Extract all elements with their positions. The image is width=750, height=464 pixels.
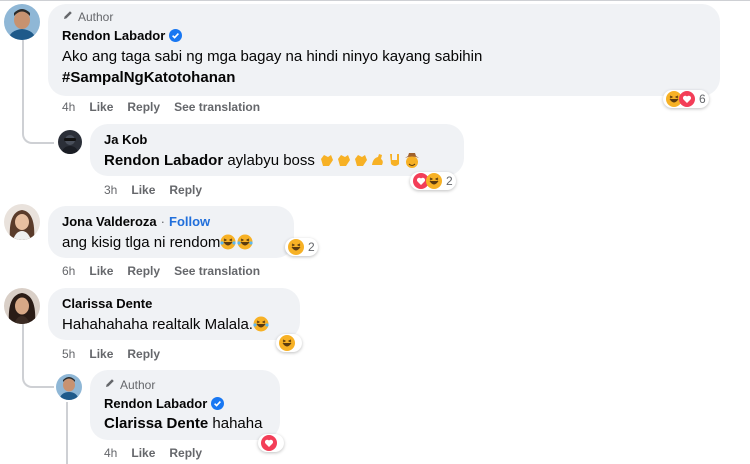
commenter-name-text[interactable]: Rendon Labador bbox=[104, 396, 207, 411]
rock-hand-emoji-icon bbox=[387, 152, 404, 169]
reply-button[interactable]: Reply bbox=[127, 347, 160, 361]
avatar[interactable] bbox=[4, 204, 40, 240]
commenter-name-text[interactable]: Clarissa Dente bbox=[62, 296, 152, 311]
love-reaction-icon bbox=[261, 435, 277, 451]
verified-badge-icon bbox=[169, 29, 183, 42]
reply-button[interactable]: Reply bbox=[127, 264, 160, 278]
timestamp[interactable]: 3h bbox=[104, 183, 117, 197]
timestamp[interactable]: 4h bbox=[62, 100, 75, 114]
verified-badge-icon bbox=[211, 397, 225, 410]
comment-text: Hahahahaha realtalk Malala. bbox=[62, 315, 270, 335]
like-button[interactable]: Like bbox=[89, 100, 113, 114]
commenter-name[interactable]: Rendon Labador bbox=[62, 28, 183, 43]
muscle-emoji-icon bbox=[370, 152, 387, 169]
hashtag[interactable]: #SampalNgKatotohanan bbox=[62, 68, 235, 88]
avatar[interactable] bbox=[58, 130, 82, 154]
top-divider bbox=[0, 0, 750, 1]
author-badge: Author bbox=[104, 377, 155, 392]
mention-link[interactable]: Clarissa Dente bbox=[104, 415, 208, 432]
haha-reaction-icon bbox=[288, 239, 304, 255]
pencil-icon bbox=[104, 377, 116, 392]
comment-text: Rendon Labador aylabyu boss bbox=[104, 151, 421, 171]
timestamp[interactable]: 6h bbox=[62, 264, 75, 278]
thread-elbow bbox=[22, 128, 54, 144]
laugh-tears-emoji-icon bbox=[220, 234, 237, 251]
laugh-tears-emoji-icon bbox=[253, 316, 270, 333]
thread-line bbox=[66, 402, 68, 464]
reply-button[interactable]: Reply bbox=[127, 100, 160, 114]
author-badge-label: Author bbox=[120, 377, 156, 392]
avatar[interactable] bbox=[4, 288, 40, 324]
clap-emoji-icon bbox=[319, 152, 336, 169]
clap-emoji-icon bbox=[353, 152, 370, 169]
comment-body: Hahahahaha realtalk Malala. bbox=[62, 316, 253, 333]
like-button[interactable]: Like bbox=[131, 183, 155, 197]
timestamp[interactable]: 5h bbox=[62, 347, 75, 361]
see-translation-link[interactable]: See translation bbox=[174, 100, 260, 114]
comment-body: aylabyu boss bbox=[227, 152, 315, 169]
commenter-name[interactable]: Rendon Labador bbox=[104, 396, 225, 411]
thread-line bbox=[22, 324, 24, 364]
mention-link[interactable]: Rendon Labador bbox=[104, 152, 223, 169]
comment-text: ang kisig tlga ni rendom bbox=[62, 233, 254, 253]
reaction-count: 2 bbox=[308, 240, 315, 254]
comment-text: Clarissa Dente hahaha bbox=[104, 414, 262, 434]
author-badge-label: Author bbox=[78, 9, 114, 24]
reactions-summary[interactable]: 6 bbox=[663, 90, 709, 108]
commenter-name-text[interactable]: Rendon Labador bbox=[62, 28, 165, 43]
follow-button[interactable]: Follow bbox=[169, 214, 210, 229]
reply-button[interactable]: Reply bbox=[169, 183, 202, 197]
commenter-name-text[interactable]: Ja Kob bbox=[104, 132, 147, 147]
reaction-count: 6 bbox=[699, 92, 706, 106]
commenter-name[interactable]: Jona Valderoza · Follow bbox=[62, 214, 210, 229]
reactions-summary[interactable] bbox=[258, 434, 284, 452]
reactions-summary[interactable] bbox=[276, 334, 302, 352]
reaction-count: 2 bbox=[446, 174, 453, 188]
comment-body: hahaha bbox=[212, 415, 263, 432]
comment-actions: 4h Like Reply See translation bbox=[62, 100, 260, 114]
commenter-name-text[interactable]: Jona Valderoza bbox=[62, 214, 157, 229]
haha-reaction-icon bbox=[279, 335, 295, 351]
author-badge: Author bbox=[62, 9, 113, 24]
commenter-name[interactable]: Ja Kob bbox=[104, 132, 147, 147]
avatar[interactable] bbox=[56, 374, 82, 400]
comment-actions: 3h Like Reply bbox=[104, 183, 202, 197]
comment-actions: 6h Like Reply See translation bbox=[62, 264, 260, 278]
cowboy-emoji-icon bbox=[404, 152, 421, 169]
comment-actions: 4h Like Reply bbox=[104, 446, 202, 460]
timestamp[interactable]: 4h bbox=[104, 446, 117, 460]
like-button[interactable]: Like bbox=[131, 446, 155, 460]
comment-text: Ako ang taga sabi ng mga bagay na hindi … bbox=[62, 48, 483, 65]
haha-reaction-icon bbox=[426, 173, 442, 189]
thread-line bbox=[22, 40, 24, 130]
love-reaction-icon bbox=[679, 91, 695, 107]
like-button[interactable]: Like bbox=[89, 347, 113, 361]
separator-dot: · bbox=[160, 214, 165, 229]
reactions-summary[interactable]: 2 bbox=[410, 172, 456, 190]
commenter-name[interactable]: Clarissa Dente bbox=[62, 296, 152, 311]
pencil-icon bbox=[62, 9, 74, 24]
laugh-tears-emoji-icon bbox=[237, 234, 254, 251]
reply-button[interactable]: Reply bbox=[169, 446, 202, 460]
reactions-summary[interactable]: 2 bbox=[285, 238, 318, 256]
comment-actions: 5h Like Reply bbox=[62, 347, 160, 361]
avatar[interactable] bbox=[4, 4, 40, 40]
see-translation-link[interactable]: See translation bbox=[174, 264, 260, 278]
like-button[interactable]: Like bbox=[89, 264, 113, 278]
comment-body: ang kisig tlga ni rendom bbox=[62, 234, 221, 251]
clap-emoji-icon bbox=[336, 152, 353, 169]
thread-elbow bbox=[22, 362, 54, 388]
